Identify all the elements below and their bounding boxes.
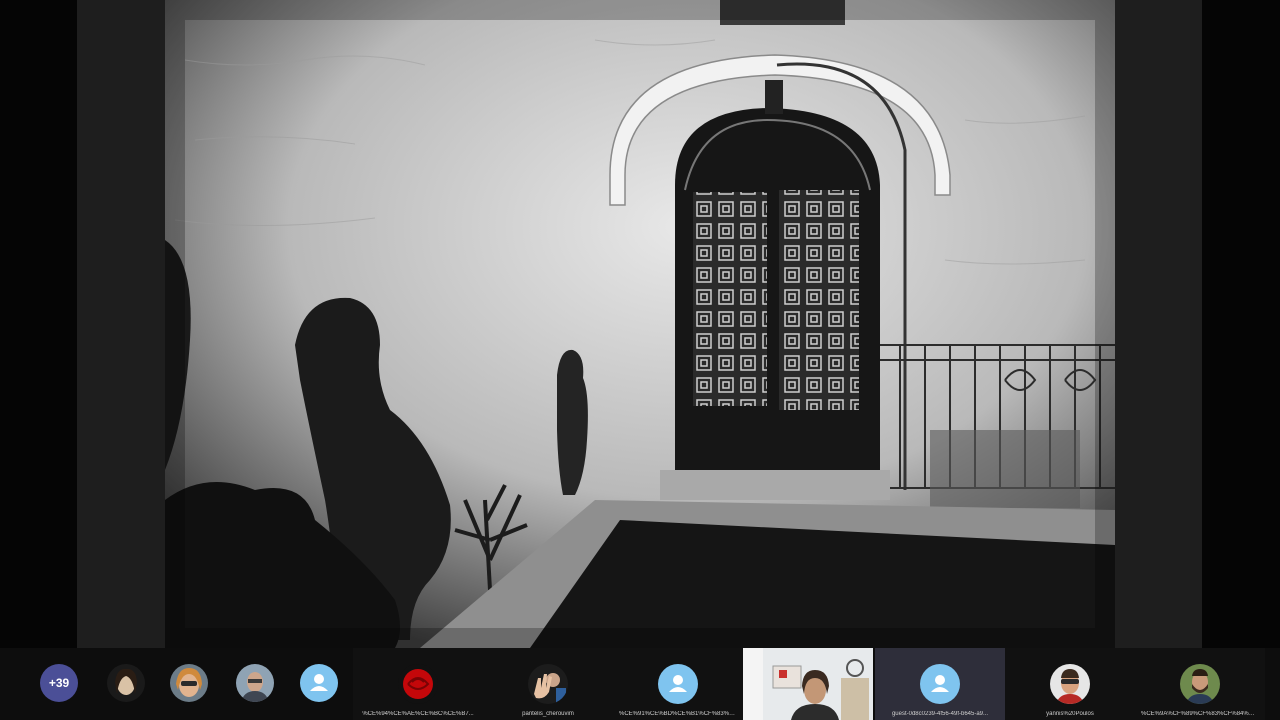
participant-tile[interactable]: %CE%94%CE%AE%CE%BC%CE%B7...	[353, 648, 483, 720]
participant-name: pantelis_cherouvim	[522, 711, 574, 717]
shared-photo	[165, 0, 1115, 648]
participant-name: %CE%91%CE%BD%CE%B1%CF%83%CF%84...	[619, 711, 743, 717]
red-rose-icon	[398, 664, 438, 704]
participant-name: %CE%94%CE%AE%CE%BC%CE%B7...	[362, 711, 474, 717]
shared-screen-stage	[77, 0, 1202, 648]
waving-hand-avatar	[528, 664, 568, 704]
participant-video	[743, 648, 873, 720]
participant-name: %CE%9A%CF%89%CF%83%CF%84%CE%B1...	[1141, 711, 1265, 717]
participant-name: guest-0d8c0239-4f56-49f-b645-a9...	[891, 711, 989, 717]
default-person-icon[interactable]	[300, 664, 338, 702]
participant-tile[interactable]: guest-0d8c0239-4f56-49f-b645-a9...	[875, 648, 1005, 720]
participant-tile[interactable]: yannis%20Poulos	[1005, 648, 1135, 720]
participant-tile[interactable]: %CE%91%CE%BD%CE%B1%CF%83%CF%84...	[613, 648, 743, 720]
man-sunglasses-avatar	[1050, 664, 1090, 704]
man-beard-avatar	[1180, 664, 1220, 704]
participant-name: yannis%20Poulos	[1046, 711, 1094, 717]
participant-tile[interactable]: %CE%9A%CF%89%CF%83%CF%84%CE%B1...	[1135, 648, 1265, 720]
woman-sunglasses-avatar[interactable]	[170, 664, 208, 702]
woman-dark-hair-avatar[interactable]	[107, 664, 145, 702]
meeting-window: +39 %CE%94%CE%AE%CE%BC%CE%B7... pantelis…	[0, 0, 1280, 720]
church-door-photo	[165, 0, 1115, 648]
default-person-icon	[920, 664, 960, 704]
more-participants-badge[interactable]: +39	[40, 664, 78, 702]
default-person-icon	[658, 664, 698, 704]
participant-video-tile[interactable]	[743, 648, 873, 720]
participant-tile[interactable]: pantelis_cherouvim	[483, 648, 613, 720]
man-glasses-avatar[interactable]	[236, 664, 274, 702]
